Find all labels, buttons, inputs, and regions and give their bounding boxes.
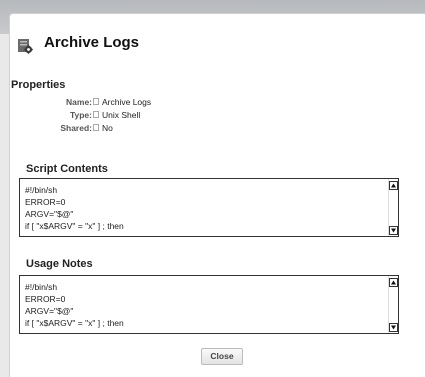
code-line: ERROR=0 xyxy=(25,197,66,207)
usage-notes-heading: Usage Notes xyxy=(26,258,93,270)
usage-notes-scrollbar[interactable] xyxy=(388,276,398,333)
property-row-shared: Shared: No xyxy=(40,123,113,135)
usage-notes-textarea[interactable]: #!/bin/sh ERROR=0 ARGV="$@" if [ "x$ARGV" =… xyxy=(19,275,399,334)
script-contents-text: #!/bin/sh ERROR=0 ARGV="$@" if [ "x$ARGV" =… xyxy=(25,184,124,232)
property-row-type: Type: Unix Shell xyxy=(40,110,140,122)
close-button[interactable]: Close xyxy=(201,348,243,365)
property-label: Name: xyxy=(66,97,92,107)
property-value: Unix Shell xyxy=(102,110,141,120)
usage-notes-text: #!/bin/sh ERROR=0 ARGV="$@" if [ "x$ARGV" =… xyxy=(25,281,124,329)
scroll-down-icon[interactable] xyxy=(389,323,398,332)
properties-heading: Properties xyxy=(11,79,66,91)
code-line: ARGV="$@" xyxy=(25,306,74,316)
code-line: #!/bin/sh xyxy=(25,185,58,195)
dialog-title: Archive Logs xyxy=(44,34,140,51)
script-contents-scrollbar[interactable] xyxy=(388,179,398,236)
scroll-up-icon[interactable] xyxy=(389,181,398,190)
code-line: if [ "x$ARGV" = "x" ] ; then xyxy=(25,221,124,231)
checkbox-glyph-icon xyxy=(93,111,99,118)
scroll-down-icon[interactable] xyxy=(389,226,398,235)
code-line: ARGV="$@" xyxy=(25,209,74,219)
property-value: No xyxy=(102,123,113,133)
script-contents-textarea[interactable]: #!/bin/sh ERROR=0 ARGV="$@" if [ "x$ARGV" =… xyxy=(19,178,399,237)
background-strip xyxy=(0,34,9,377)
property-value: Archive Logs xyxy=(102,97,152,107)
property-row-name: Name: Archive Logs xyxy=(40,97,151,109)
scroll-up-icon[interactable] xyxy=(389,278,398,287)
script-contents-heading: Script Contents xyxy=(26,163,108,175)
checkbox-glyph-icon xyxy=(93,98,99,105)
checkbox-glyph-icon xyxy=(93,124,99,131)
property-label: Shared: xyxy=(60,123,92,133)
code-line: if [ "x$ARGV" = "x" ] ; then xyxy=(25,318,124,328)
code-line: #!/bin/sh xyxy=(25,282,58,292)
code-line: ERROR=0 xyxy=(25,294,66,304)
property-label: Type: xyxy=(69,110,92,120)
gear-script-icon xyxy=(17,38,33,54)
